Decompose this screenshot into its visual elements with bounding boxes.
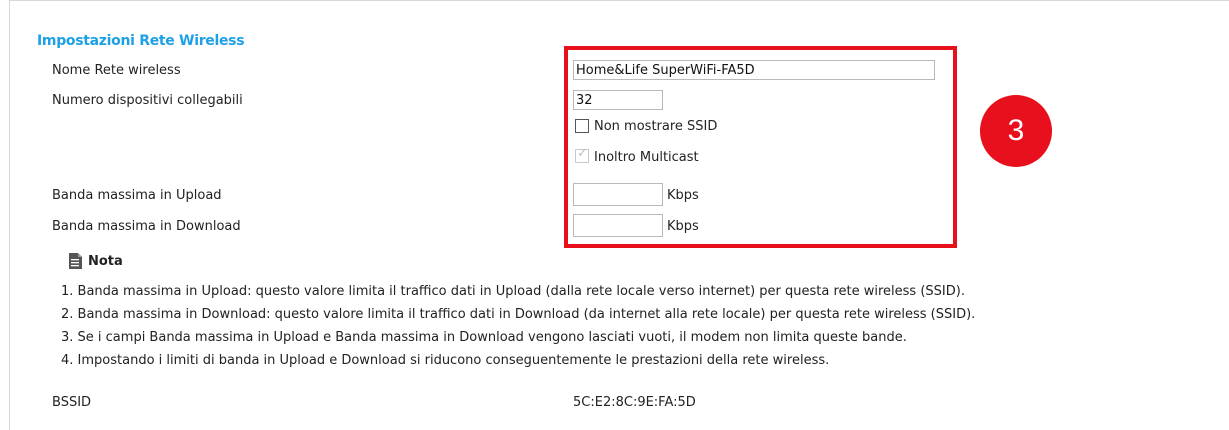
note-title: Nota [88, 253, 123, 269]
note-line: 2. Banda massima in Download: questo val… [61, 307, 976, 322]
note-header: Nota [69, 253, 123, 269]
note-line: 4. Impostando i limiti di banda in Uploa… [61, 353, 830, 368]
ssid-label: Nome Rete wireless [52, 63, 181, 78]
section-title: Impostazioni Rete Wireless [37, 33, 245, 49]
note-line: 1. Banda massima in Upload: questo valor… [61, 284, 965, 299]
step-badge: 3 [980, 95, 1052, 167]
upload-label: Banda massima in Upload [52, 188, 222, 203]
max-devices-label: Numero dispositivi collegabili [52, 93, 243, 108]
document-icon [69, 253, 82, 269]
bssid-value: 5C:E2:8C:9E:FA:5D [573, 395, 696, 410]
highlight-box [564, 46, 957, 248]
note-line: 3. Se i campi Banda massima in Upload e … [61, 330, 907, 345]
download-label: Banda massima in Download [52, 219, 241, 234]
bssid-label: BSSID [52, 395, 92, 410]
